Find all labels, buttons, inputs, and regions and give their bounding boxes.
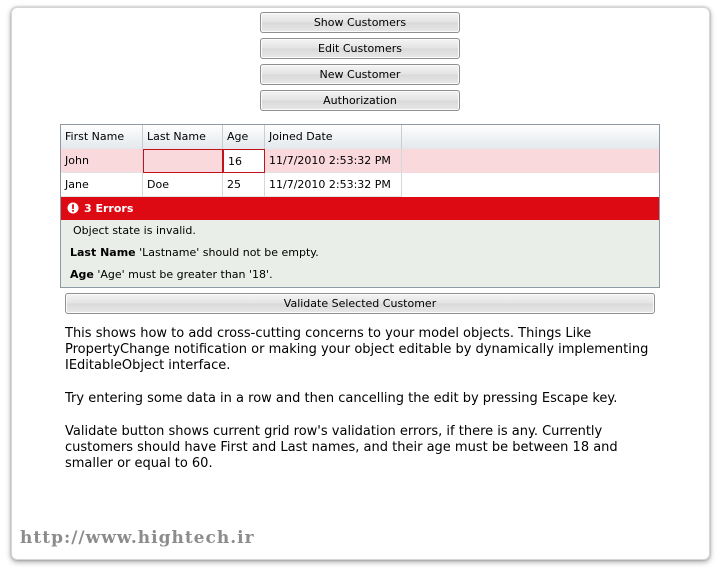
description-paragraph-1: This shows how to add cross-cutting conc… [65, 326, 649, 373]
description-paragraph-2: Try entering some data in a row and then… [65, 391, 618, 406]
column-header-last-name[interactable]: Last Name [143, 125, 223, 149]
column-header-joined-date[interactable]: Joined Date [265, 125, 402, 149]
column-header-age[interactable]: Age [223, 125, 265, 149]
cell-joined-date[interactable]: 11/7/2010 2:53:32 PM [265, 173, 402, 197]
show-customers-button[interactable]: Show Customers [260, 12, 460, 33]
error-count: 3 Errors [84, 202, 134, 215]
cell-joined-date[interactable]: 11/7/2010 2:53:32 PM [265, 149, 402, 173]
validation-summary: Object state is invalid. Last Name 'Last… [61, 220, 659, 287]
watermark-text: http://www.hightech.ir [20, 528, 255, 548]
error-message: 'Age' must be greater than '18'. [97, 268, 273, 281]
column-header-first-name[interactable]: First Name [61, 125, 143, 149]
cell-last-name[interactable] [143, 149, 223, 173]
cell-first-name[interactable]: John [61, 149, 143, 173]
edit-customers-button[interactable]: Edit Customers [260, 38, 460, 59]
cell-age[interactable]: 25 [223, 173, 265, 197]
error-field-name: Age [70, 268, 94, 281]
description-paragraph-3: Validate button shows current grid row's… [65, 424, 618, 471]
validation-summary-header: 3 Errors [61, 197, 659, 220]
validate-selected-customer-button[interactable]: Validate Selected Customer [65, 293, 655, 314]
grid-header: First Name Last Name Age Joined Date [61, 125, 659, 150]
authorization-button[interactable]: Authorization [260, 90, 460, 111]
exclamation-circle-icon [67, 202, 79, 214]
error-object-state[interactable]: Object state is invalid. [73, 224, 196, 237]
table-row[interactable]: Jane Doe 25 11/7/2010 2:53:32 PM [61, 173, 659, 197]
error-field-name: Last Name [70, 246, 136, 259]
error-last-name[interactable]: Last Name 'Lastname' should not be empty… [70, 246, 319, 259]
customers-grid[interactable]: First Name Last Name Age Joined Date Joh… [60, 124, 660, 288]
cell-last-name[interactable]: Doe [143, 173, 223, 197]
cell-first-name[interactable]: Jane [61, 173, 143, 197]
error-age[interactable]: Age 'Age' must be greater than '18'. [70, 268, 273, 281]
error-message: 'Lastname' should not be empty. [139, 246, 319, 259]
cell-age[interactable]: 16 [223, 149, 265, 173]
table-row[interactable]: John 16 11/7/2010 2:53:32 PM [61, 149, 659, 173]
new-customer-button[interactable]: New Customer [260, 64, 460, 85]
